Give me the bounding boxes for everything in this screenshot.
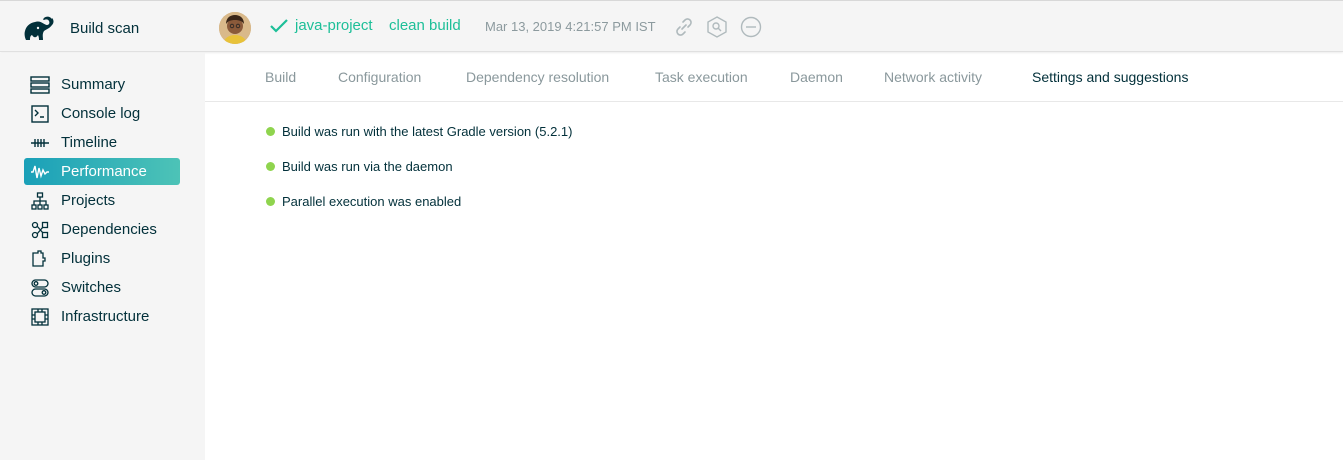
sidebar-item-label: Console log [61, 105, 141, 122]
success-check-icon [270, 18, 288, 39]
top-bar: Build scan java-project clean build Mar … [0, 0, 1343, 52]
requested-tasks[interactable]: clean build [389, 17, 461, 34]
suggestion-text: Parallel execution was enabled [282, 194, 462, 209]
sidebar-item-label: Summary [61, 76, 126, 93]
suggestions-panel: Build was run with the latest Gradle ver… [205, 102, 1343, 460]
tab-task-execution[interactable]: Task execution [655, 69, 748, 85]
sidebar-item-label: Performance [61, 163, 147, 180]
sidebar-item-summary[interactable]: Summary [24, 71, 180, 98]
sidebar-item-label: Switches [61, 279, 122, 296]
projects-icon [30, 191, 50, 211]
sidebar-item-label: Plugins [61, 250, 111, 267]
sidebar-item-switches[interactable]: Switches [24, 274, 180, 301]
sidebar-item-label: Infrastructure [61, 308, 150, 325]
sidebar-item-projects[interactable]: Projects [24, 187, 180, 214]
tab-network-activity[interactable]: Network activity [884, 69, 982, 85]
tab-configuration[interactable]: Configuration [338, 69, 421, 85]
ok-status-icon [266, 127, 275, 136]
list-item: Build was run via the daemon [266, 159, 453, 174]
switches-icon [30, 278, 50, 298]
tab-dependency-resolution[interactable]: Dependency resolution [466, 69, 609, 85]
timeline-icon [30, 133, 50, 153]
link-icon[interactable] [673, 16, 695, 38]
sidebar-item-label: Timeline [61, 134, 118, 151]
sidebar-item-dependencies[interactable]: Dependencies [24, 216, 180, 243]
ok-status-icon [266, 162, 275, 171]
build-timestamp: Mar 13, 2019 4:21:57 PM IST [485, 19, 656, 34]
summary-icon [30, 75, 50, 95]
sidebar-item-infrastructure[interactable]: Infrastructure [24, 303, 180, 330]
sidebar-item-plugins[interactable]: Plugins [24, 245, 180, 272]
gradle-elephant-icon [22, 13, 58, 43]
project-name[interactable]: java-project [295, 17, 373, 34]
sidebar-item-label: Projects [61, 192, 116, 209]
performance-tabs: Build Configuration Dependency resolutio… [205, 53, 1343, 102]
sidebar-item-console-log[interactable]: Console log [24, 100, 180, 127]
tab-settings-and-suggestions[interactable]: Settings and suggestions [1032, 69, 1188, 85]
list-item: Build was run with the latest Gradle ver… [266, 124, 572, 139]
sidebar: Summary Console log Timeline Performance… [0, 53, 205, 460]
sidebar-item-label: Dependencies [61, 221, 157, 238]
sidebar-item-timeline[interactable]: Timeline [24, 129, 180, 156]
list-item: Parallel execution was enabled [266, 194, 461, 209]
search-icon[interactable] [706, 16, 728, 38]
tab-daemon[interactable]: Daemon [790, 69, 843, 85]
tab-build[interactable]: Build [265, 69, 296, 85]
console-icon [30, 104, 50, 124]
sidebar-item-performance[interactable]: Performance [24, 158, 180, 185]
suggestion-text: Build was run via the daemon [282, 159, 453, 174]
app-title: Build scan [70, 19, 140, 37]
avatar[interactable] [219, 12, 251, 44]
brand[interactable]: Build scan [22, 11, 139, 45]
dependencies-icon [30, 220, 50, 240]
plugins-icon [30, 249, 50, 269]
suggestion-text: Build was run with the latest Gradle ver… [282, 124, 573, 139]
infrastructure-icon [30, 307, 50, 327]
minus-circle-icon[interactable] [740, 16, 762, 38]
performance-icon [30, 162, 50, 182]
ok-status-icon [266, 197, 275, 206]
